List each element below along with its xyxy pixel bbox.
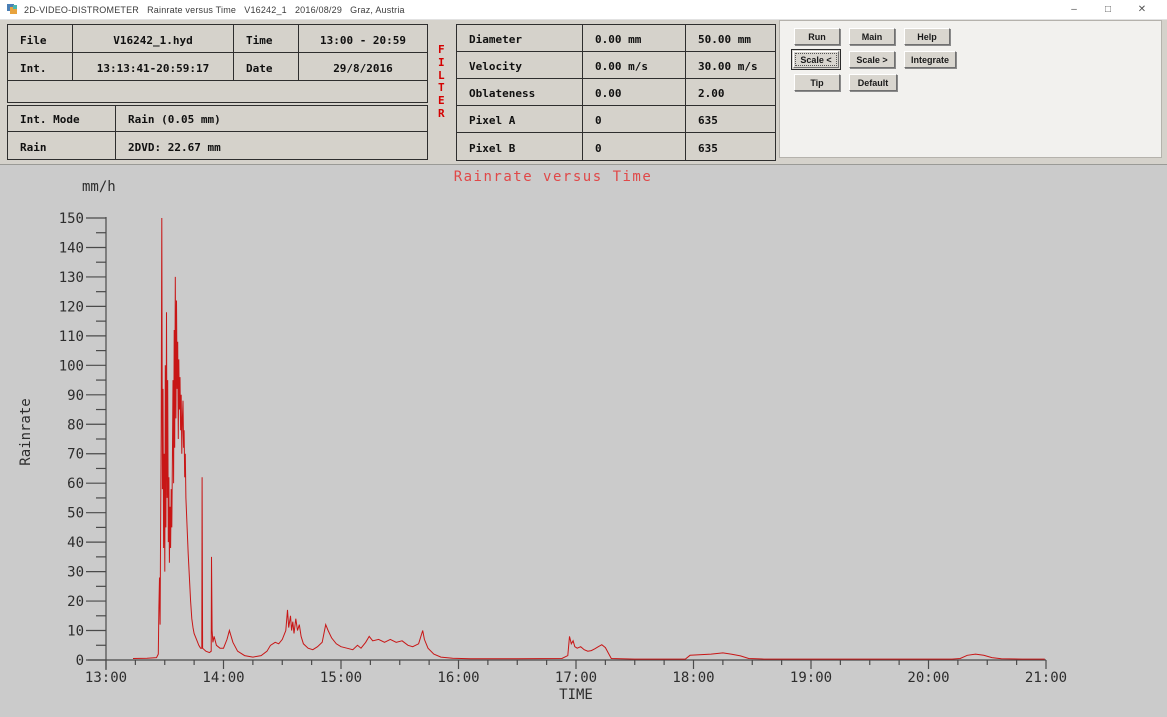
filter-max-value: 635 <box>686 133 775 160</box>
filter-row: Pixel A0635 <box>457 106 775 133</box>
x-tick-label: 16:00 <box>437 670 479 686</box>
toolbar-panel: Run Main Help Scale < Scale > Integrate … <box>779 20 1162 158</box>
filter-vertical-label: F I L T E R <box>438 44 452 121</box>
x-tick-label: 21:00 <box>1025 670 1067 686</box>
rainrate-chart: Rainrate versus Time mm/h Rainrate TIME 0 10 2… <box>0 165 1167 713</box>
filter-row: Oblateness0.002.00 <box>457 79 775 106</box>
filter-min-value: 0.00 m/s <box>583 52 686 78</box>
filter-row: Diameter0.00 mm50.00 mm <box>457 25 775 52</box>
int-value: 13:13:41-20:59:17 <box>73 53 234 80</box>
filter-row: Pixel B0635 <box>457 133 775 160</box>
filter-min-value: 0 <box>583 133 686 160</box>
window-titlebar: 2D-VIDEO-DISTROMETER Rainrate versus Tim… <box>0 0 1167 20</box>
x-tick-label: 17:00 <box>555 670 597 686</box>
filter-max-value: 2.00 <box>686 79 775 105</box>
y-tick-label: 40 <box>67 535 84 551</box>
x-tick-label: 19:00 <box>790 670 832 686</box>
empty-row <box>8 81 427 102</box>
mode-info-table: Int. Mode Rain (0.05 mm) Rain 2DVD: 22.6… <box>7 105 428 160</box>
filter-min-value: 0.00 mm <box>583 25 686 51</box>
filter-min-value: 0.00 <box>583 79 686 105</box>
scale-right-button[interactable]: Scale > <box>849 51 895 68</box>
int-mode-value: Rain (0.05 mm) <box>116 106 427 131</box>
y-unit-label: mm/h <box>82 179 116 195</box>
filter-param-label: Oblateness <box>457 79 583 105</box>
scale-left-button[interactable]: Scale < <box>793 51 839 68</box>
filter-row: Velocity0.00 m/s30.00 m/s <box>457 52 775 79</box>
chart-title: Rainrate versus Time <box>454 169 653 185</box>
rainrate-trace <box>133 218 1045 659</box>
maximize-button[interactable]: □ <box>1091 4 1125 15</box>
y-tick-label: 110 <box>59 329 84 345</box>
date-value: 29/8/2016 <box>299 53 427 80</box>
filter-table: Diameter0.00 mm50.00 mmVelocity0.00 m/s3… <box>456 24 776 161</box>
x-tick-label: 20:00 <box>907 670 949 686</box>
y-tick-label: 120 <box>59 299 84 315</box>
y-tick-label: 150 <box>59 211 84 227</box>
time-value: 13:00 - 20:59 <box>299 25 427 52</box>
filter-min-value: 0 <box>583 106 686 132</box>
minimize-button[interactable]: – <box>1057 4 1091 15</box>
filter-param-label: Pixel B <box>457 133 583 160</box>
y-tick-label: 80 <box>67 417 84 433</box>
header-panel: File V16242_1.hyd Time 13:00 - 20:59 Int… <box>0 20 1167 165</box>
table-row: Rain 2DVD: 22.67 mm <box>8 132 427 159</box>
file-value: V16242_1.hyd <box>73 25 234 52</box>
default-button[interactable]: Default <box>849 74 897 91</box>
run-button[interactable]: Run <box>794 28 840 45</box>
y-tick-label: 30 <box>67 565 84 581</box>
file-info-table: File V16242_1.hyd Time 13:00 - 20:59 Int… <box>7 24 428 103</box>
y-tick-label: 0 <box>76 653 84 669</box>
filter-max-value: 635 <box>686 106 775 132</box>
time-label: Time <box>234 25 299 52</box>
filter-max-value: 30.00 m/s <box>686 52 775 78</box>
table-row: Int. 13:13:41-20:59:17 Date 29/8/2016 <box>8 53 427 81</box>
tip-button[interactable]: Tip <box>794 74 840 91</box>
int-mode-label: Int. Mode <box>8 106 116 131</box>
app-icon <box>7 4 18 15</box>
y-tick-label: 60 <box>67 476 84 492</box>
table-row: Int. Mode Rain (0.05 mm) <box>8 106 427 132</box>
x-axis-title: TIME <box>559 687 593 703</box>
integrate-button[interactable]: Integrate <box>904 51 956 68</box>
scale-left-button-focus-ring: Scale < <box>791 49 841 70</box>
filter-max-value: 50.00 mm <box>686 25 775 51</box>
y-tick-label: 20 <box>67 594 84 610</box>
x-tick-label: 14:00 <box>202 670 244 686</box>
x-tick-label: 13:00 <box>85 670 127 686</box>
y-axis-title: Rainrate <box>18 398 34 465</box>
rain-value: 2DVD: 22.67 mm <box>116 132 427 159</box>
filter-param-label: Velocity <box>457 52 583 78</box>
filter-param-label: Pixel A <box>457 106 583 132</box>
table-row: File V16242_1.hyd Time 13:00 - 20:59 <box>8 25 427 53</box>
date-label: Date <box>234 53 299 80</box>
y-tick-label: 100 <box>59 358 84 374</box>
close-button[interactable]: ✕ <box>1125 4 1159 15</box>
y-tick-label: 10 <box>67 624 84 640</box>
x-tick-label: 18:00 <box>672 670 714 686</box>
y-tick-label: 130 <box>59 270 84 286</box>
window-title: 2D-VIDEO-DISTROMETER Rainrate versus Tim… <box>24 5 405 15</box>
help-button[interactable]: Help <box>904 28 950 45</box>
y-tick-label: 70 <box>67 447 84 463</box>
y-tick-label: 50 <box>67 506 84 522</box>
file-label: File <box>8 25 73 52</box>
y-tick-label: 90 <box>67 388 84 404</box>
filter-param-label: Diameter <box>457 25 583 51</box>
rainrate-chart-svg: Rainrate versus Time mm/h Rainrate TIME 0 10 2… <box>0 165 1167 713</box>
y-tick-label: 140 <box>59 240 84 256</box>
rain-label: Rain <box>8 132 116 159</box>
main-button[interactable]: Main <box>849 28 895 45</box>
int-label: Int. <box>8 53 73 80</box>
x-tick-label: 15:00 <box>320 670 362 686</box>
